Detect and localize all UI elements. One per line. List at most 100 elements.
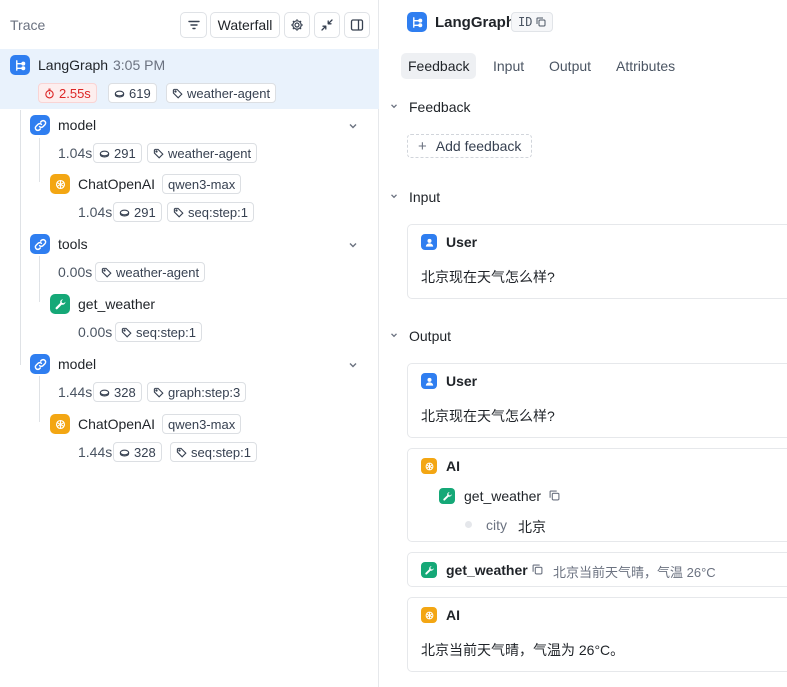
- settings-button[interactable]: [284, 12, 310, 38]
- timer-icon: [45, 88, 54, 98]
- coins-icon: [119, 449, 130, 456]
- message-card-user: User 北京现在天气怎么样?: [407, 363, 787, 438]
- message-role: User: [446, 234, 478, 250]
- message-role: User: [446, 373, 478, 389]
- tag-badge: weather-agent: [166, 83, 277, 103]
- token-count: 619: [129, 85, 151, 101]
- tag-label: weather-agent: [116, 264, 200, 280]
- chevron-down-icon[interactable]: [347, 239, 359, 251]
- section-title-output: Output: [409, 328, 452, 344]
- token-count: 328: [114, 384, 136, 400]
- chain-link-icon: [30, 354, 50, 374]
- copy-id-button[interactable]: ID: [511, 12, 554, 32]
- copy-icon: [536, 17, 546, 27]
- user-icon: [421, 373, 437, 389]
- add-feedback-button[interactable]: + Add feedback: [407, 134, 533, 158]
- tool-arg-key: city: [486, 517, 507, 533]
- sidebar-panel-icon: [350, 19, 364, 31]
- message-role: AI: [446, 458, 460, 474]
- gear-icon: [291, 19, 303, 31]
- tag-icon: [101, 267, 112, 278]
- model-name: qwen3-max: [168, 176, 236, 192]
- message-text: 北京当前天气晴，气温为 26°C。: [421, 642, 625, 658]
- plus-icon: +: [418, 137, 427, 155]
- section-title-feedback: Feedback: [409, 99, 471, 115]
- tab-output[interactable]: Output: [542, 53, 598, 79]
- latency-value: 1.04s: [58, 145, 93, 161]
- id-label: ID: [518, 15, 533, 29]
- tag-icon: [173, 207, 184, 218]
- tag-icon: [176, 447, 187, 458]
- tag-label: seq:step:1: [188, 204, 248, 220]
- tag-badge: weather-agent: [95, 262, 206, 282]
- waterfall-button[interactable]: Waterfall: [210, 12, 280, 38]
- latency-badge: 2.55s: [38, 83, 97, 103]
- tag-badge: graph:step:3: [147, 382, 247, 402]
- chevron-down-icon[interactable]: [389, 101, 399, 111]
- node-name: tools: [58, 236, 88, 252]
- message-text: 北京现在天气怎么样?: [421, 269, 555, 285]
- graph-icon: [407, 12, 427, 32]
- tag-badge: seq:step:1: [167, 202, 254, 222]
- tag-label: weather-agent: [187, 85, 271, 101]
- chevron-down-icon[interactable]: [347, 120, 359, 132]
- coins-icon: [99, 150, 110, 157]
- collapse-button[interactable]: [314, 12, 340, 38]
- tab-attributes[interactable]: Attributes: [609, 53, 682, 79]
- chain-link-icon: [30, 234, 50, 254]
- node-name: ChatOpenAI: [78, 176, 156, 192]
- wrench-icon: [50, 294, 70, 314]
- openai-icon: [50, 174, 70, 194]
- latency-value: 1.04s: [78, 204, 113, 220]
- message-card-ai: AI 北京当前天气晴，气温为 26°C。: [407, 597, 787, 672]
- tree-guide: [20, 110, 21, 345]
- chevron-down-icon[interactable]: [389, 330, 399, 340]
- tool-call-name: get_weather: [464, 488, 542, 504]
- trace-title: Trace: [10, 17, 46, 33]
- section-title-input: Input: [409, 189, 441, 205]
- trace-row-langgraph[interactable]: LangGraph 3:05 PM 2.55s 619 weather-agen…: [0, 49, 379, 109]
- trace-panel: Trace Waterfall LangGraph 3:05 PM 2.55s …: [0, 0, 379, 687]
- tab-input[interactable]: Input: [486, 53, 531, 79]
- message-card-tool: get_weather 北京当前天气晴，气温 26°C: [407, 552, 787, 587]
- tree-guide: [20, 345, 21, 365]
- tool-arg-value: 北京: [518, 519, 546, 535]
- tree-guide: [39, 138, 40, 182]
- openai-icon: [421, 607, 437, 623]
- tag-icon: [172, 88, 183, 99]
- node-name: ChatOpenAI: [78, 416, 156, 432]
- toggle-panel-button[interactable]: [344, 12, 370, 38]
- coins-icon: [119, 209, 130, 216]
- bullet-dot: [465, 521, 472, 528]
- token-count: 291: [134, 204, 156, 220]
- message-text: 北京现在天气怎么样?: [421, 408, 555, 424]
- openai-icon: [421, 458, 437, 474]
- openai-icon: [50, 414, 70, 434]
- tab-feedback[interactable]: Feedback: [401, 53, 477, 79]
- message-card-user: User 北京现在天气怎么样?: [407, 224, 787, 299]
- model-badge: qwen3-max: [162, 174, 242, 194]
- detail-title: LangGraph: [435, 14, 516, 31]
- filter-button[interactable]: [180, 12, 207, 38]
- token-badge: 291: [93, 143, 142, 163]
- token-badge: 291: [113, 202, 162, 222]
- tree-guide: [39, 256, 40, 302]
- chevron-down-icon[interactable]: [347, 359, 359, 371]
- copy-icon[interactable]: [532, 564, 543, 575]
- message-role: AI: [446, 607, 460, 623]
- trace-header: Trace Waterfall: [0, 0, 379, 49]
- token-count: 328: [134, 444, 156, 460]
- copy-icon[interactable]: [549, 490, 560, 501]
- latency-value: 2.55s: [59, 85, 91, 101]
- model-badge: qwen3-max: [162, 414, 242, 434]
- chevron-down-icon[interactable]: [389, 191, 399, 201]
- detail-panel: LangGraph ID Feedback Input Output Attri…: [380, 0, 787, 687]
- tag-label: weather-agent: [168, 145, 252, 161]
- tag-label: seq:step:1: [136, 324, 196, 340]
- tag-badge: weather-agent: [147, 143, 258, 163]
- tool-result-name: get_weather: [446, 562, 528, 578]
- tag-icon: [153, 148, 164, 159]
- wrench-icon: [421, 562, 437, 578]
- latency-value: 1.44s: [78, 444, 113, 460]
- chain-link-icon: [30, 115, 50, 135]
